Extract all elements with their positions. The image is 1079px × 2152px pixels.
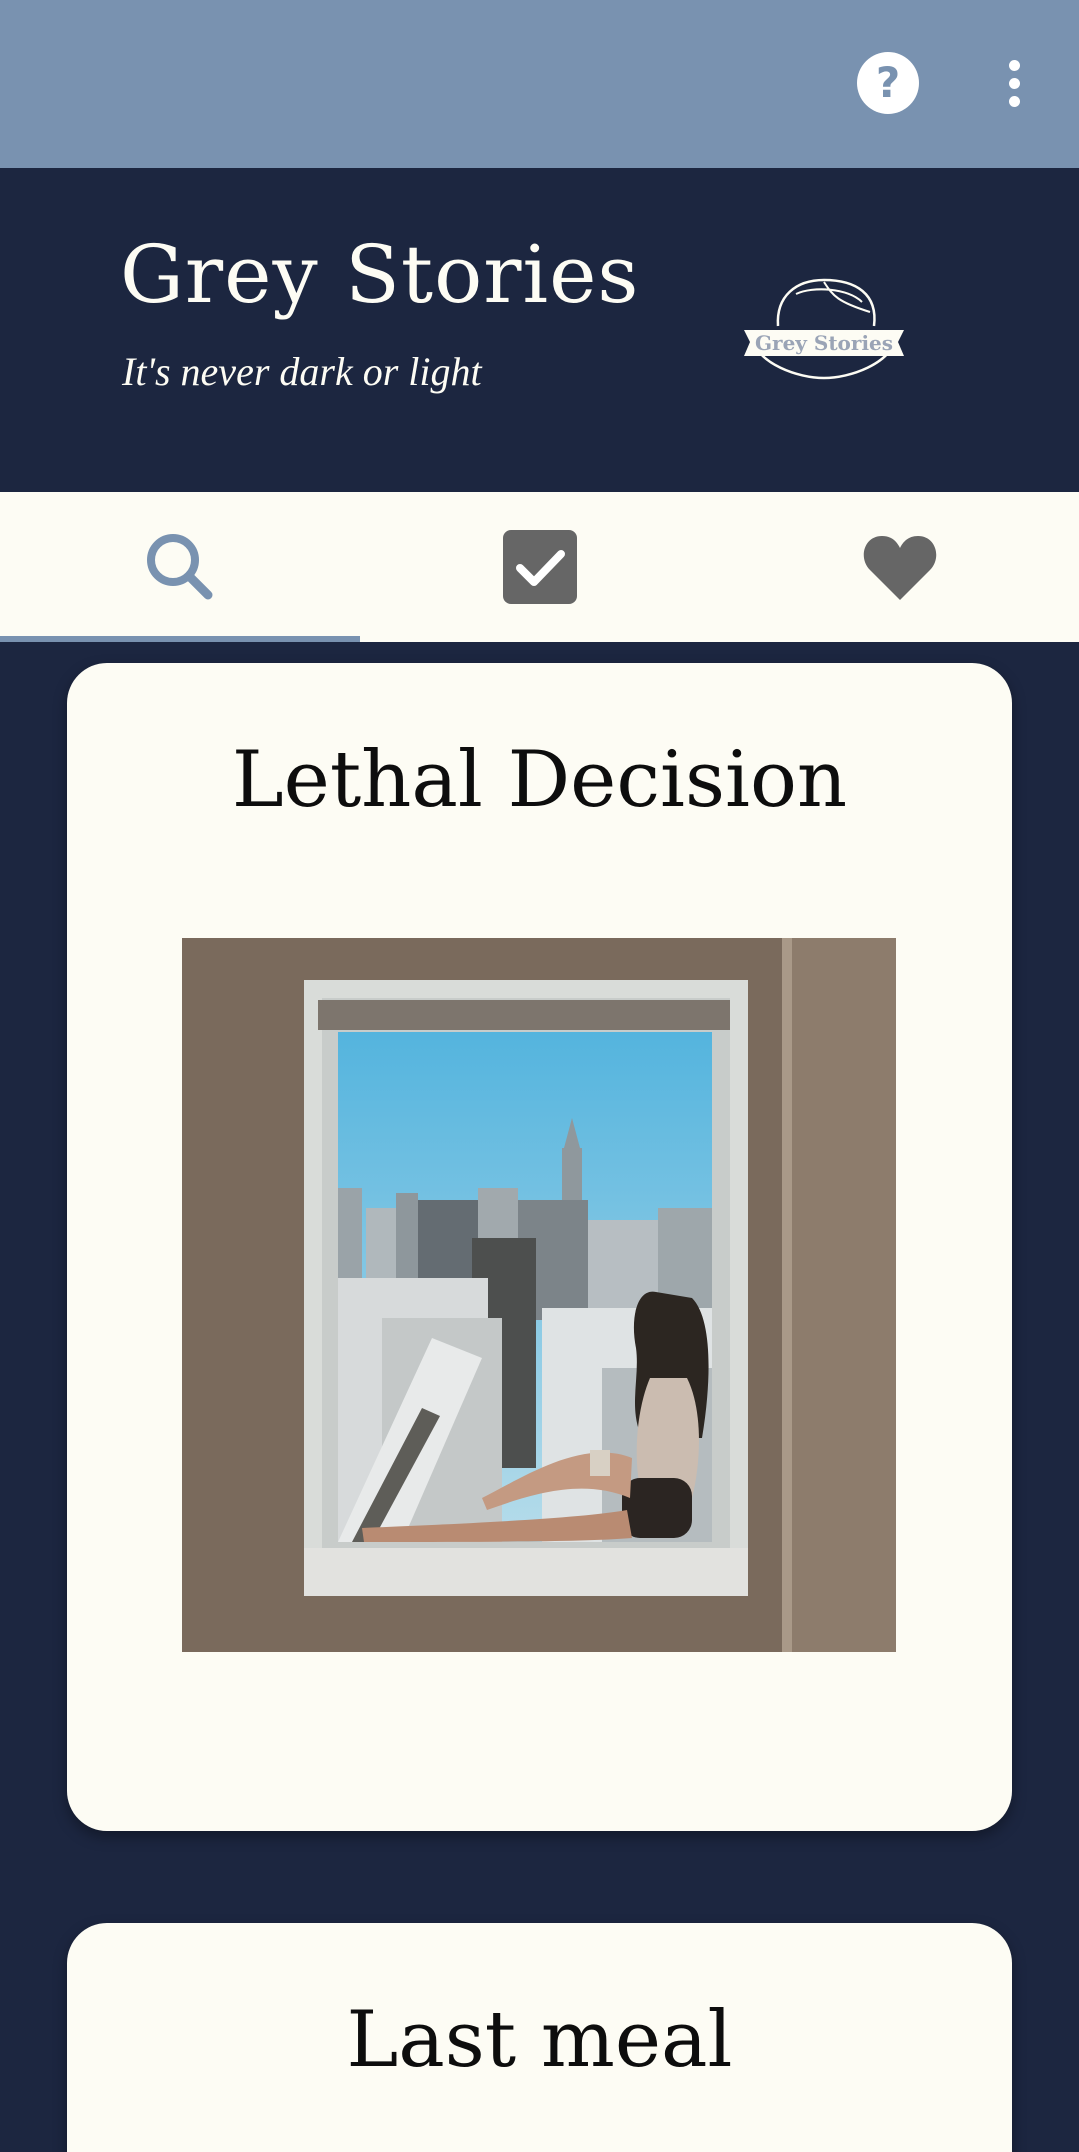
story-card[interactable]: Last meal: [67, 1923, 1012, 2152]
tab-completed[interactable]: [360, 492, 720, 642]
tab-bar: [0, 492, 1079, 642]
tab-favorites[interactable]: [720, 492, 1079, 642]
app-logo: Grey Stories: [738, 268, 910, 388]
logo-wordmark: Grey Stories: [755, 331, 893, 355]
story-title: Lethal Decision: [231, 735, 848, 825]
app-title: Grey Stories: [120, 228, 640, 321]
help-icon[interactable]: ?: [857, 52, 919, 114]
more-options-icon[interactable]: [990, 52, 1038, 114]
tab-search[interactable]: [0, 492, 360, 642]
app-bar: ?: [0, 0, 1079, 168]
heart-icon: [863, 536, 937, 600]
app-header: Grey Stories It's never dark or light Gr…: [0, 168, 1079, 492]
search-icon: [147, 534, 213, 600]
selected-tab-indicator: [0, 636, 360, 642]
app-tagline: It's never dark or light: [122, 349, 482, 394]
checkbox-icon: [503, 530, 577, 604]
story-image: [182, 938, 896, 1652]
story-card[interactable]: Lethal Decision: [67, 663, 1012, 1831]
story-title: Last meal: [346, 1995, 733, 2085]
